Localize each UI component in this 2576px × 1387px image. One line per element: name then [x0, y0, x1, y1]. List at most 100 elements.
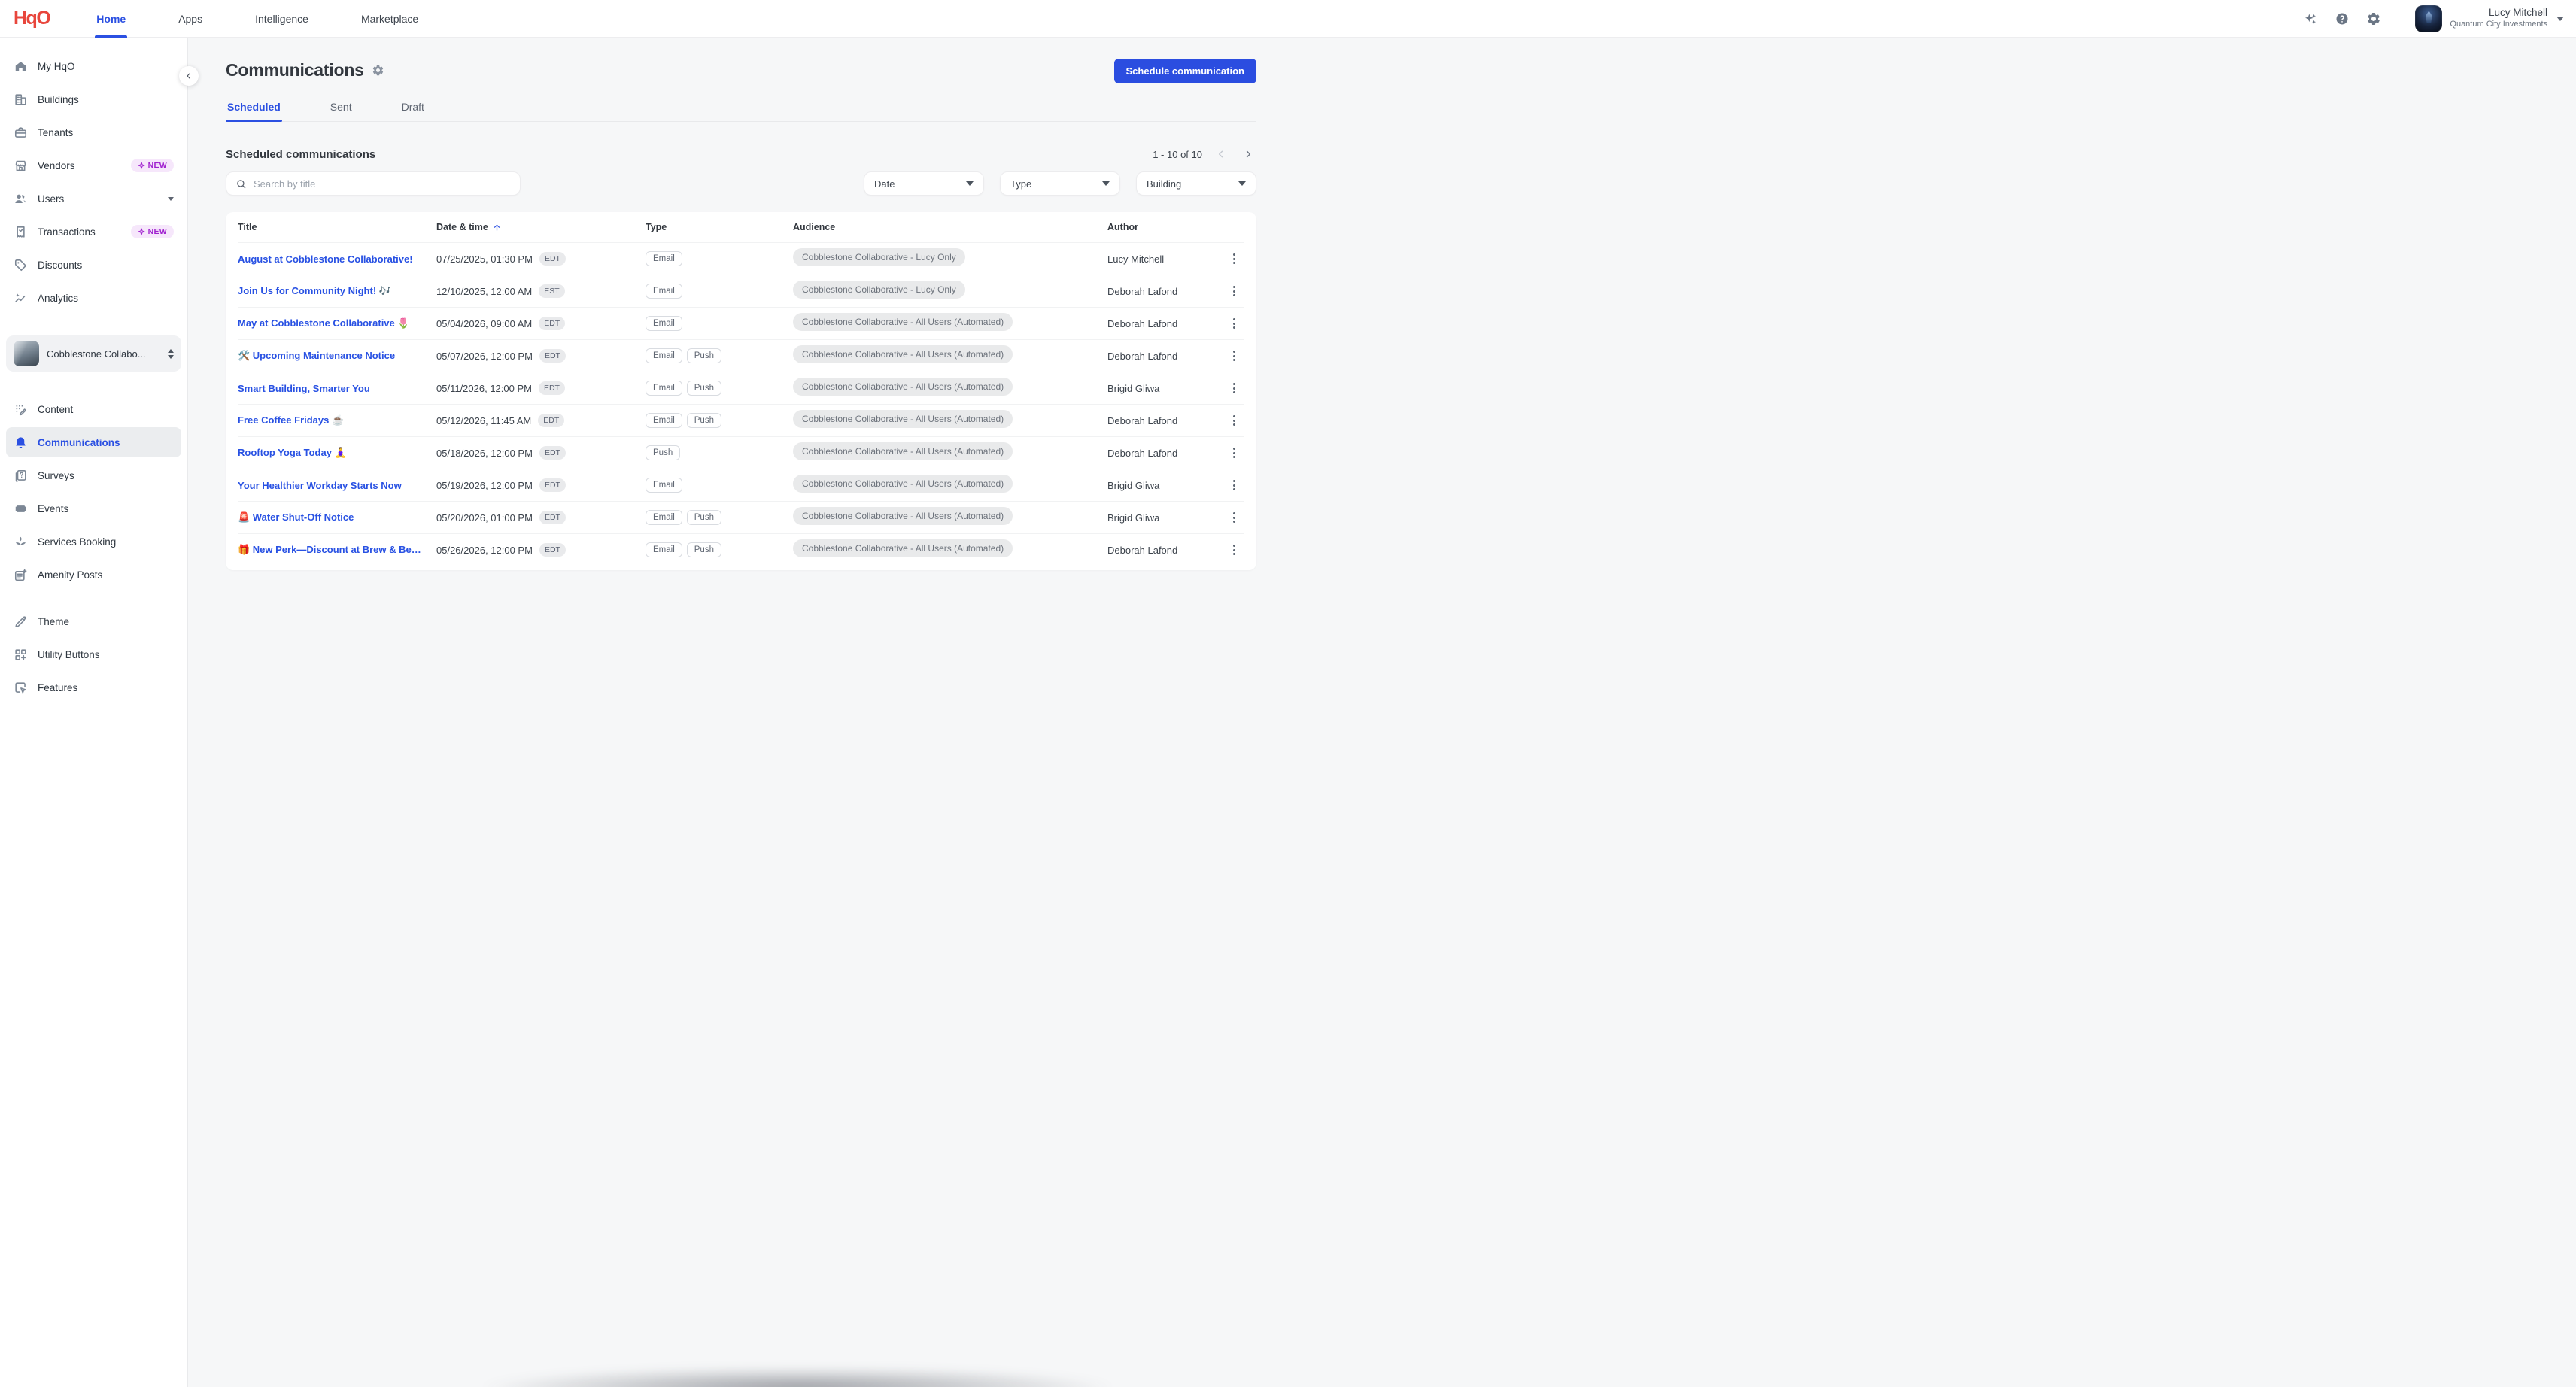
help-icon[interactable] — [2334, 11, 2350, 26]
column-header-author[interactable]: Author — [1107, 222, 1217, 232]
utility-buttons-icon — [14, 648, 28, 662]
sidebar-item-buildings[interactable]: Buildings — [6, 84, 181, 114]
sidebar-item-events[interactable]: Events — [6, 493, 181, 524]
column-header-audience[interactable]: Audience — [793, 222, 1107, 232]
filter-type[interactable]: Type — [1000, 171, 1120, 196]
sidebar-item-services-booking[interactable]: Services Booking — [6, 527, 181, 557]
filter-building[interactable]: Building — [1136, 171, 1256, 196]
table-row: Your Healthier Workday Starts Now05/19/2… — [238, 469, 1244, 501]
sidebar-item-label: Utility Buttons — [38, 649, 100, 660]
top-bar-actions: Lucy Mitchell Quantum City Investments — [2303, 5, 2564, 32]
row-actions-kebab-icon[interactable] — [1223, 248, 1244, 269]
table-row: Rooftop Yoga Today 🧘‍♀️05/18/2026, 12:00… — [238, 436, 1244, 469]
communications-settings-gear-icon[interactable] — [372, 64, 384, 77]
table-header: TitleDate & timeTypeAudienceAuthor — [238, 212, 1244, 242]
column-header-type[interactable]: Type — [646, 222, 793, 232]
communication-title-link[interactable]: 🚨 Water Shut-Off Notice — [238, 511, 436, 524]
column-header-date-time[interactable]: Date & time — [436, 222, 646, 232]
communication-title-link[interactable]: Rooftop Yoga Today 🧘‍♀️ — [238, 447, 436, 459]
communication-title-link[interactable]: Your Healthier Workday Starts Now — [238, 480, 436, 491]
sidebar-item-communications[interactable]: Communications — [6, 427, 181, 457]
user-menu[interactable]: Lucy Mitchell Quantum City Investments — [2415, 5, 2564, 32]
author-cell: Deborah Lafond — [1107, 286, 1217, 297]
home-icon — [14, 59, 28, 74]
sidebar: My HqOBuildings Tenants VendorsNEWUsersTra… — [0, 38, 188, 1387]
building-selector[interactable]: Cobblestone Collabo... — [6, 335, 181, 372]
communication-title-link[interactable]: Smart Building, Smarter You — [238, 383, 436, 394]
type-badge-email: Email — [646, 284, 682, 299]
features-icon — [14, 681, 28, 695]
building-selector-label: Cobblestone Collabo... — [47, 348, 146, 360]
hqo-logo[interactable]: HqO — [14, 8, 50, 29]
row-actions-kebab-icon[interactable] — [1223, 539, 1244, 560]
sidebar-item-utility-buttons[interactable]: Utility Buttons — [6, 639, 181, 669]
communication-title-link[interactable]: Free Coffee Fridays ☕ — [238, 414, 436, 426]
sidebar-item-discounts[interactable]: Discounts — [6, 250, 181, 280]
sidebar-item-my-hqo[interactable]: My HqO — [6, 51, 181, 81]
tab-sent[interactable]: Sent — [329, 93, 354, 121]
sidebar-item-content[interactable]: Content — [6, 394, 181, 424]
row-actions-kebab-icon[interactable] — [1223, 442, 1244, 463]
row-actions-kebab-icon[interactable] — [1223, 313, 1244, 334]
sidebar-item-surveys[interactable]: Surveys — [6, 460, 181, 490]
author-cell: Deborah Lafond — [1107, 318, 1217, 329]
buildings-icon — [14, 93, 28, 107]
audience-badge: Cobblestone Collaborative - All Users (A… — [793, 410, 1013, 428]
sidebar-item-tenants[interactable]: Tenants — [6, 117, 181, 147]
audience-badge: Cobblestone Collaborative - All Users (A… — [793, 345, 1013, 363]
audience-cell: Cobblestone Collaborative - Lucy Only — [793, 248, 1107, 270]
audience-badge: Cobblestone Collaborative - All Users (A… — [793, 475, 1013, 493]
row-actions-kebab-icon[interactable] — [1223, 345, 1244, 366]
type-badge-push: Push — [687, 413, 721, 428]
sidebar-item-transactions[interactable]: TransactionsNEW — [6, 217, 181, 247]
audience-badge: Cobblestone Collaborative - All Users (A… — [793, 378, 1013, 396]
nav-item-home[interactable]: Home — [95, 0, 127, 38]
sidebar-collapse-button[interactable] — [179, 66, 199, 86]
analytics-icon — [14, 291, 28, 305]
communication-title-link[interactable]: Join Us for Community Night! 🎶 — [238, 285, 436, 297]
tab-scheduled[interactable]: Scheduled — [226, 93, 282, 121]
sidebar-item-vendors[interactable]: VendorsNEW — [6, 150, 181, 181]
filter-label: Type — [1010, 178, 1031, 190]
pagination-next-icon[interactable] — [1240, 146, 1256, 162]
row-actions-kebab-icon[interactable] — [1223, 281, 1244, 302]
filter-date[interactable]: Date — [864, 171, 984, 196]
table-row: August at Cobblestone Collaborative!07/2… — [238, 242, 1244, 275]
pagination-prev-icon[interactable] — [1213, 146, 1229, 162]
settings-gear-icon[interactable] — [2366, 11, 2381, 26]
sidebar-item-features[interactable]: Features — [6, 672, 181, 703]
row-actions-kebab-icon[interactable] — [1223, 410, 1244, 431]
sidebar-item-label: Tenants — [38, 127, 73, 138]
audience-cell: Cobblestone Collaborative - All Users (A… — [793, 507, 1107, 529]
table-row: 🚨 Water Shut-Off Notice05/20/2026, 01:00… — [238, 501, 1244, 533]
communication-title-link[interactable]: August at Cobblestone Collaborative! — [238, 253, 436, 265]
type-badge-email: Email — [646, 478, 682, 493]
type-cell: Email — [646, 284, 793, 299]
sidebar-item-analytics[interactable]: Analytics — [6, 283, 181, 313]
audience-badge: Cobblestone Collaborative - All Users (A… — [793, 507, 1013, 525]
communication-title-link[interactable]: 🎁 New Perk—Discount at Brew & Be… — [238, 544, 436, 556]
nav-item-intelligence[interactable]: Intelligence — [254, 0, 310, 38]
sidebar-item-theme[interactable]: Theme — [6, 606, 181, 636]
nav-item-apps[interactable]: Apps — [177, 0, 204, 38]
search-input[interactable] — [254, 178, 511, 190]
type-cell: EmailPush — [646, 348, 793, 363]
table-row: 🎁 New Perk—Discount at Brew & Be…05/26/2… — [238, 533, 1244, 566]
column-header-title[interactable]: Title — [238, 222, 436, 232]
schedule-communication-button[interactable]: Schedule communication — [1114, 59, 1256, 83]
nav-item-marketplace[interactable]: Marketplace — [360, 0, 420, 38]
sidebar-item-amenity-posts[interactable]: Amenity Posts — [6, 560, 181, 590]
author-cell: Deborah Lafond — [1107, 351, 1217, 362]
search-box — [226, 171, 521, 196]
type-badge-email: Email — [646, 348, 682, 363]
type-badge-push: Push — [687, 381, 721, 396]
row-actions-kebab-icon[interactable] — [1223, 475, 1244, 496]
sidebar-item-users[interactable]: Users — [6, 184, 181, 214]
communication-title-link[interactable]: 🛠️ Upcoming Maintenance Notice — [238, 350, 436, 362]
filter-bar: Date Type Building — [864, 171, 1256, 196]
communication-title-link[interactable]: May at Cobblestone Collaborative 🌷 — [238, 317, 436, 329]
row-actions-kebab-icon[interactable] — [1223, 378, 1244, 399]
ai-sparkles-icon[interactable] — [2303, 11, 2318, 26]
tab-draft[interactable]: Draft — [400, 93, 426, 121]
row-actions-kebab-icon[interactable] — [1223, 507, 1244, 528]
